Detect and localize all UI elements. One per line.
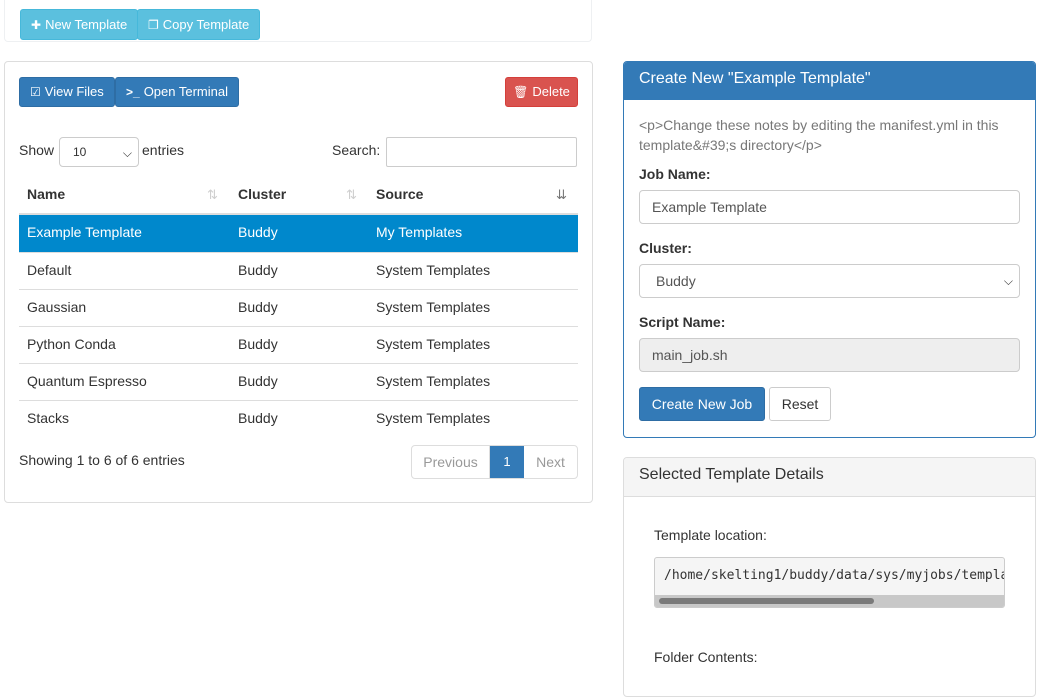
horizontal-scrollbar[interactable] xyxy=(655,595,1004,607)
panel-title: Create New "Example Template" xyxy=(624,62,1035,100)
edit-icon: ☑ xyxy=(30,85,41,99)
pagination-page-1[interactable]: 1 xyxy=(490,446,524,478)
top-toolbar: ✚ New Template ❐ Copy Template xyxy=(4,0,592,42)
copy-template-button[interactable]: ❐ Copy Template xyxy=(137,9,261,40)
sort-icon[interactable]: ⇅ xyxy=(346,187,357,203)
search-label: Search: xyxy=(332,142,381,158)
create-new-job-button[interactable]: Create New Job xyxy=(639,387,765,421)
table-row[interactable]: Example Template Buddy My Templates xyxy=(19,215,578,252)
folder-contents-label: Folder Contents: xyxy=(654,649,758,665)
pagination-next[interactable]: Next xyxy=(524,446,577,478)
pagination: Previous 1 Next xyxy=(411,445,578,479)
cluster-label: Cluster: xyxy=(639,240,692,256)
chevron-down-icon: ⌵ xyxy=(1003,274,1013,288)
cluster-select[interactable]: Buddy ⌵ xyxy=(639,264,1020,298)
create-job-panel: Create New "Example Template" <p>Change … xyxy=(623,61,1036,438)
script-name-field: main_job.sh xyxy=(639,338,1020,372)
column-header-name[interactable]: Name xyxy=(27,186,65,202)
search-input[interactable] xyxy=(386,137,577,167)
job-name-label: Job Name: xyxy=(639,166,711,182)
scrollbar-thumb[interactable] xyxy=(659,598,874,604)
view-files-button[interactable]: ☑ View Files xyxy=(19,77,115,107)
template-location-path: /home/skelting1/buddy/data/sys/myjobs/te… xyxy=(664,568,1004,583)
sort-descending-icon[interactable]: ⇊ xyxy=(556,187,567,203)
open-terminal-button[interactable]: >_ Open Terminal xyxy=(115,77,239,107)
templates-panel: ☑ View Files >_ Open Terminal 🗑 Delete Show… xyxy=(4,61,593,503)
table-row[interactable]: Stacks Buddy System Templates xyxy=(19,400,578,437)
sort-icon[interactable]: ⇅ xyxy=(207,187,218,203)
table-row[interactable]: Gaussian Buddy System Templates xyxy=(19,289,578,326)
column-header-source[interactable]: Source xyxy=(376,186,423,202)
delete-button[interactable]: 🗑 Delete xyxy=(505,77,578,107)
template-notes: <p>Change these notes by editing the man… xyxy=(639,117,999,153)
table-row[interactable]: Default Buddy System Templates xyxy=(19,252,578,289)
chevron-down-icon: ⌵ xyxy=(122,146,132,160)
column-header-cluster[interactable]: Cluster xyxy=(238,186,286,202)
pagination-previous[interactable]: Previous xyxy=(412,446,490,478)
table-row[interactable]: Python Conda Buddy System Templates xyxy=(19,326,578,363)
plus-icon: ✚ xyxy=(31,18,42,32)
job-name-input[interactable]: Example Template xyxy=(639,190,1020,224)
table-row[interactable]: Quantum Espresso Buddy System Templates xyxy=(19,363,578,400)
panel-title: Selected Template Details xyxy=(624,458,1035,497)
template-location-label: Template location: xyxy=(654,527,767,543)
entries-per-page-select[interactable]: 10 ⌵ xyxy=(59,137,139,167)
reset-button[interactable]: Reset xyxy=(769,387,831,421)
show-label: Show xyxy=(19,142,55,158)
trash-icon: 🗑 xyxy=(513,85,529,99)
template-location-box[interactable]: /home/skelting1/buddy/data/sys/myjobs/te… xyxy=(654,557,1005,608)
copy-icon: ❐ xyxy=(148,18,159,32)
templates-table: Name ⇅ Cluster ⇅ Source ⇊ Example Templa… xyxy=(19,176,578,437)
template-details-panel: Selected Template Details Template locat… xyxy=(623,457,1036,697)
table-header: Name ⇅ Cluster ⇅ Source ⇊ xyxy=(19,176,578,215)
script-name-label: Script Name: xyxy=(639,314,726,330)
entries-label: entries xyxy=(142,142,185,158)
terminal-icon: >_ xyxy=(126,85,140,99)
new-template-button[interactable]: ✚ New Template xyxy=(20,9,139,40)
table-info: Showing 1 to 6 of 6 entries xyxy=(19,452,185,468)
